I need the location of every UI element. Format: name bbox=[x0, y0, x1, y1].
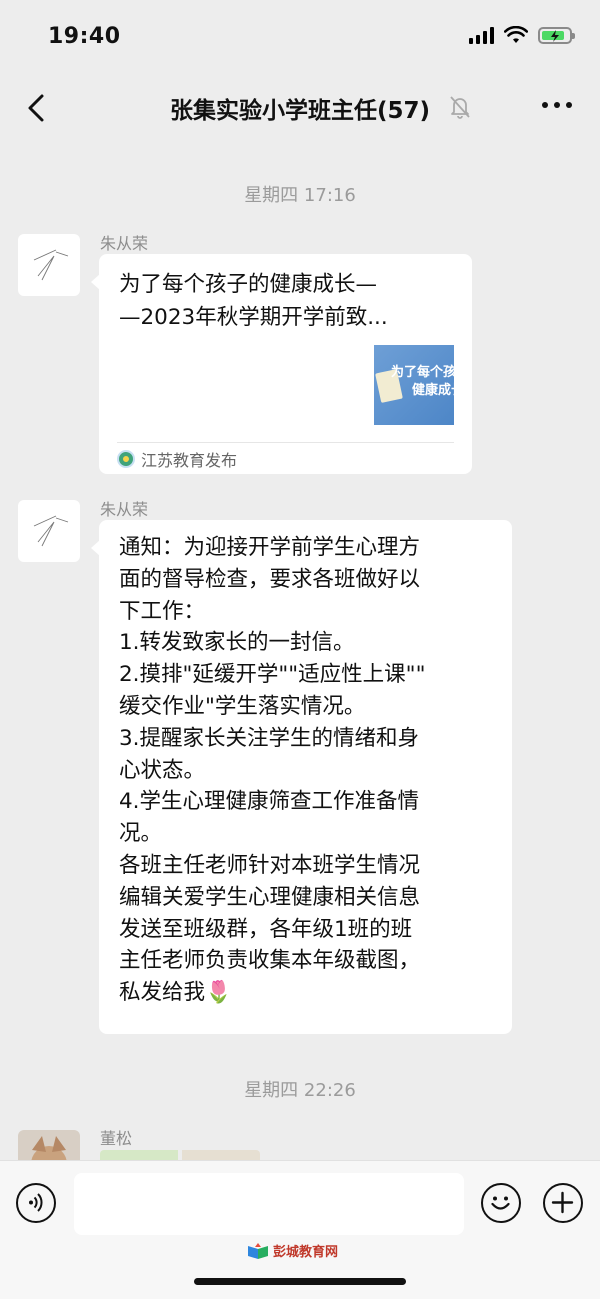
text-line: 况。 bbox=[119, 821, 163, 847]
text-line: 4.学生心理健康筛查工作准备情 bbox=[119, 789, 420, 815]
voice-icon[interactable] bbox=[16, 1183, 56, 1223]
timestamp: 星期四 22:26 bbox=[244, 1080, 356, 1101]
sender-name: 董松 bbox=[100, 1129, 133, 1148]
thumb-text: 为了每个孩 bbox=[391, 365, 454, 380]
message-bubble[interactable]: 通知：为迎接开学前学生心理方 面的督导检查，要求各班做好以 下工作： 1.转发致… bbox=[91, 520, 512, 1034]
chat-title: 张集实验小学班主任(57) bbox=[169, 98, 431, 124]
text-line: 发送至班级群，各年级1班的班 bbox=[119, 916, 413, 942]
text-line: 面的督导检查，要求各班做好以 bbox=[119, 566, 421, 592]
text-line: 主任老师负责收集本年级截图， bbox=[119, 948, 421, 974]
nav-bar: 张集实验小学班主任(57) bbox=[0, 76, 600, 140]
thumb-text: 健康成长 bbox=[412, 383, 454, 398]
status-bar: 19:40 bbox=[0, 0, 600, 76]
text-line: 3.提醒家长关注学生的情绪和身 bbox=[119, 725, 420, 751]
card-thumbnail: 为了每个孩 健康成长 bbox=[374, 345, 454, 425]
avatar[interactable] bbox=[18, 500, 80, 562]
sender-name: 朱从荣 bbox=[100, 234, 149, 253]
card-source: 江苏教育发布 bbox=[117, 447, 237, 471]
more-dots-icon[interactable] bbox=[542, 102, 572, 108]
sender-name: 朱从荣 bbox=[100, 500, 149, 519]
divider bbox=[117, 442, 454, 443]
text-line: 心状态。 bbox=[119, 757, 206, 783]
text-line: 私发给我🌷 bbox=[119, 980, 232, 1006]
text-line: 缓交作业"学生落实情况。 bbox=[119, 693, 366, 719]
home-indicator bbox=[194, 1278, 406, 1285]
message-text: 通知：为迎接开学前学生心理方 面的督导检查，要求各班做好以 下工作： 1.转发致… bbox=[119, 532, 499, 1009]
watermark: 彭城教育网 bbox=[247, 1241, 338, 1260]
timestamp: 星期四 17:16 bbox=[244, 185, 356, 206]
battery-icon bbox=[538, 26, 575, 44]
emoji-icon[interactable] bbox=[481, 1183, 521, 1223]
text-line: 各班主任老师针对本班学生情况 bbox=[119, 852, 421, 878]
card-title-line: —2023年秋学期开学前致... bbox=[119, 305, 388, 330]
text-line: 编辑关爱学生心理健康相关信息 bbox=[119, 884, 421, 910]
message-input[interactable] bbox=[74, 1173, 464, 1235]
text-line: 通知：为迎接开学前学生心理方 bbox=[119, 535, 421, 560]
bell-slash-icon bbox=[450, 96, 470, 119]
text-line: 1.转发致家长的一封信。 bbox=[119, 630, 355, 656]
card-title-line: 为了每个孩子的健康成长— bbox=[119, 272, 378, 297]
signal-icon bbox=[469, 26, 494, 44]
avatar[interactable] bbox=[18, 234, 80, 296]
card-title: 为了每个孩子的健康成长— —2023年秋学期开学前致... bbox=[119, 268, 449, 334]
status-time: 19:40 bbox=[48, 24, 121, 49]
text-line: 2.摸排"延缓开学""适应性上课"" bbox=[119, 662, 426, 688]
source-logo-icon bbox=[117, 450, 135, 468]
status-icons bbox=[469, 26, 575, 44]
wifi-icon bbox=[504, 26, 528, 43]
image-preview[interactable] bbox=[100, 1150, 260, 1160]
watermark-text: 彭城教育网 bbox=[273, 1245, 339, 1260]
book-logo-icon bbox=[248, 1242, 268, 1259]
source-name: 江苏教育发布 bbox=[141, 451, 238, 470]
plus-icon[interactable] bbox=[543, 1183, 583, 1223]
text-line: 下工作： bbox=[119, 598, 206, 624]
article-card[interactable]: 为了每个孩子的健康成长— —2023年秋学期开学前致... 为了每个孩 健康成长… bbox=[91, 254, 472, 474]
